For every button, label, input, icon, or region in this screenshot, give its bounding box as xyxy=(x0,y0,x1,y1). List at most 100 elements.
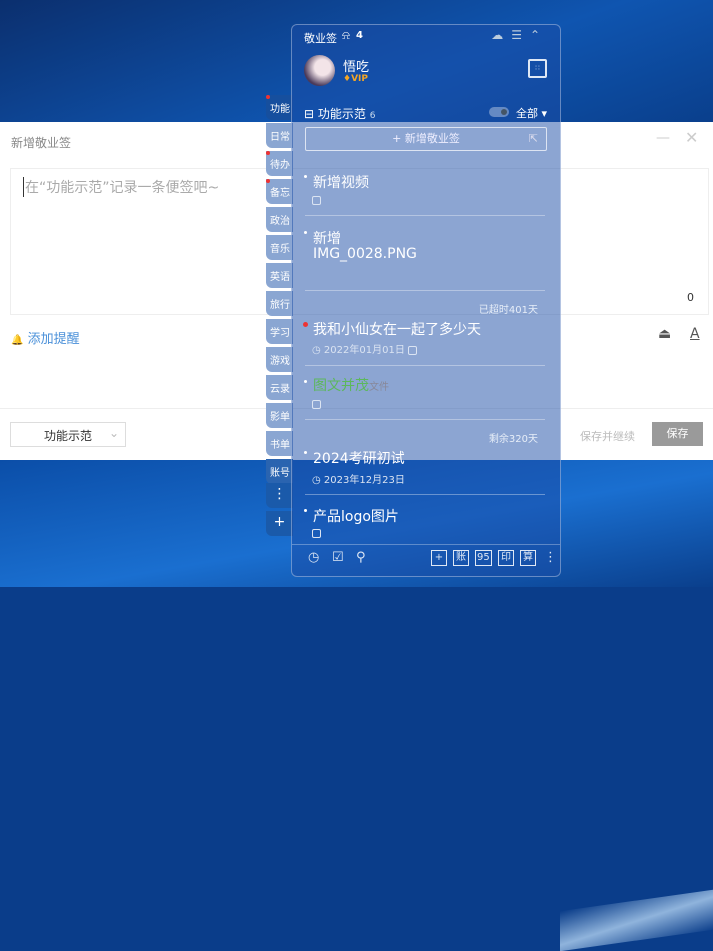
tab-label: 账号 xyxy=(270,468,290,479)
attachment-icon xyxy=(312,195,321,206)
note-item-title[interactable]: 图文并茂文件 xyxy=(313,375,389,395)
note-item-title[interactable]: 新增视频 xyxy=(313,172,369,192)
divider xyxy=(305,215,545,216)
account-button[interactable]: 账 xyxy=(453,550,469,566)
bullet xyxy=(304,380,307,383)
toggle-switch[interactable] xyxy=(489,107,509,117)
chevron-down-icon: ⌄ xyxy=(108,426,119,440)
tab-label: 备忘 xyxy=(270,188,290,199)
tab-label: 游戏 xyxy=(270,356,290,367)
tab-gongneng[interactable]: 功能 xyxy=(266,95,293,120)
tab-yinyue[interactable]: 音乐 xyxy=(266,235,293,260)
editor-placeholder: 在“功能示范”记录一条便签吧~ xyxy=(23,177,219,197)
cloud-menu-collapse-icons[interactable]: ☁☰⌃ xyxy=(491,28,548,42)
overdue-note: 已超时401天 xyxy=(478,305,538,316)
number-button[interactable]: 95 xyxy=(475,550,492,566)
tab-xuexi[interactable]: 学习 xyxy=(266,319,293,344)
close-button[interactable]: ✕ xyxy=(685,128,698,147)
divider xyxy=(305,290,545,291)
bullet xyxy=(304,231,307,234)
tab-label: 音乐 xyxy=(270,244,290,255)
category-select[interactable]: 功能示范 ⌄ xyxy=(10,422,126,447)
add-button[interactable]: + xyxy=(431,550,447,566)
attachment-icon xyxy=(312,399,321,410)
save-button[interactable]: 保存 xyxy=(652,422,703,446)
green-text: 图文并茂 xyxy=(313,378,369,394)
tab-richang[interactable]: 日常 xyxy=(266,123,293,148)
category-name: 功能示范 xyxy=(317,107,366,121)
char-count: 0 xyxy=(687,291,694,304)
category-header: ⊟ 功能示范 6 xyxy=(304,105,375,122)
user-name: 悟吃 xyxy=(343,60,370,75)
note-item-title-line2[interactable]: IMG_0028.PNG xyxy=(313,246,417,262)
calculator-button[interactable]: 算 xyxy=(520,550,536,566)
tab-beiwang[interactable]: 备忘 xyxy=(266,179,293,204)
tab-shudan[interactable]: 书单 xyxy=(266,431,293,456)
note-date: ◷ 2022年01月01日 xyxy=(312,341,418,356)
date-text: 2022年01月01日 xyxy=(323,345,405,356)
add-tab-button[interactable]: + xyxy=(266,511,293,536)
tab-zhanghao[interactable]: 账号 xyxy=(266,459,293,484)
avatar[interactable] xyxy=(304,55,335,86)
tab-label: 日常 xyxy=(270,132,290,143)
note-icon: ⊟ xyxy=(304,107,315,121)
more-tabs-button[interactable]: ⋮ xyxy=(266,483,293,508)
bell-icon: 🔔 xyxy=(11,335,24,346)
popout-icon[interactable]: ⇱ xyxy=(529,128,538,150)
note-item-title[interactable]: 2024考研初试 xyxy=(313,448,405,468)
tab-yunlu[interactable]: 云录 xyxy=(266,375,293,400)
tab-label: 英语 xyxy=(270,272,290,283)
minimize-button[interactable]: — xyxy=(656,130,670,146)
bullet xyxy=(304,451,307,454)
calendar-icon[interactable]: ∷ xyxy=(528,59,547,78)
tab-yingdan[interactable]: 影单 xyxy=(266,403,293,428)
filter-dropdown[interactable]: 全部 ▾ xyxy=(516,105,547,121)
gray-text: 文件 xyxy=(369,382,389,393)
category-value: 功能示范 xyxy=(44,429,93,443)
more-icon[interactable]: ⋮ xyxy=(544,550,557,565)
tab-zhengzhi[interactable]: 政治 xyxy=(266,207,293,232)
todo-icon[interactable]: ☑ xyxy=(332,550,344,565)
red-bullet xyxy=(303,322,308,327)
tab-youxi[interactable]: 游戏 xyxy=(266,347,293,372)
tab-daiban[interactable]: 待办 xyxy=(266,151,293,176)
dialog-title: 新增敬业签 xyxy=(11,136,72,150)
tab-label: 待办 xyxy=(270,160,290,171)
divider xyxy=(305,419,545,420)
note-date: ◷ 2023年12月23日 xyxy=(312,471,405,486)
divider xyxy=(305,365,545,366)
notes-panel: 敬业签 ⍾ 4 ☁☰⌃ 悟吃 ♦VIP ∷ ⊟ 功能示范 6 全部 ▾ + 新增… xyxy=(291,24,561,577)
clock-icon: ◷ xyxy=(312,345,321,356)
divider xyxy=(305,494,545,495)
remaining-note: 剩余320天 xyxy=(488,434,538,445)
tab-label: 影单 xyxy=(270,412,290,423)
note-item-title[interactable]: 我和小仙女在一起了多少天 xyxy=(313,319,481,339)
attachment-icon xyxy=(312,528,321,539)
tab-label: 政治 xyxy=(270,216,290,227)
vip-badge: ♦VIP xyxy=(343,74,368,84)
tab-label: 书单 xyxy=(270,440,290,451)
tab-label: 学习 xyxy=(270,328,290,339)
new-note-label: + 新增敬业签 xyxy=(392,132,460,145)
tab-label: 云录 xyxy=(270,384,290,395)
note-item-title[interactable]: 产品logo图片 xyxy=(313,506,399,526)
print-button[interactable]: 印 xyxy=(498,550,514,566)
add-reminder-link[interactable]: 🔔 添加提醒 xyxy=(11,328,80,347)
bullet xyxy=(304,175,307,178)
clock-icon[interactable]: ◷ xyxy=(308,550,319,565)
tab-lvxing[interactable]: 旅行 xyxy=(266,291,293,316)
attachment-icon xyxy=(408,345,418,355)
image-icon[interactable]: ⏏ xyxy=(658,326,671,342)
tab-yingyu[interactable]: 英语 xyxy=(266,263,293,288)
category-count: 6 xyxy=(369,111,376,121)
search-icon[interactable]: ⚲ xyxy=(356,550,366,565)
bullet xyxy=(304,509,307,512)
footer-divider xyxy=(292,544,560,545)
note-item-title[interactable]: 新增 xyxy=(313,228,341,248)
font-icon[interactable]: A xyxy=(690,326,700,342)
tab-label: 旅行 xyxy=(270,300,290,311)
add-reminder-label: 添加提醒 xyxy=(27,332,80,347)
notification-icon[interactable]: ⍾ xyxy=(342,28,350,43)
save-continue-button[interactable]: 保存并继续 xyxy=(580,428,635,444)
new-note-button[interactable]: + 新增敬业签 ⇱ xyxy=(305,127,547,151)
